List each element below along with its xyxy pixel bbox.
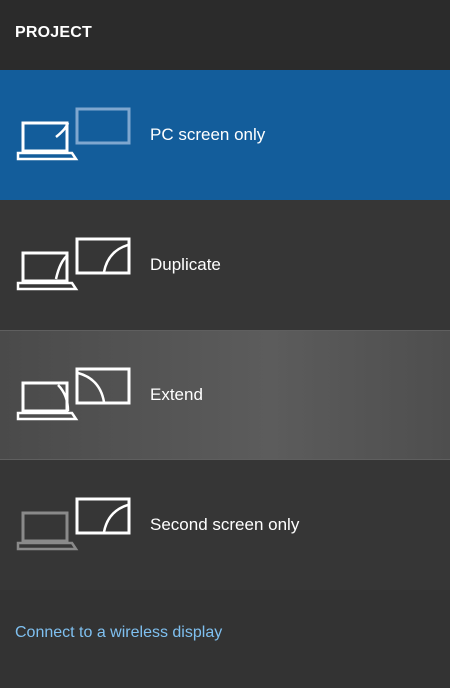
option-label: PC screen only (150, 125, 266, 144)
option-second-screen-only[interactable]: Second screen only (0, 460, 450, 590)
option-label: Extend (150, 385, 203, 404)
option-pc-screen-only[interactable]: PC screen only (0, 70, 450, 200)
option-extend[interactable]: Extend (0, 330, 450, 460)
second-screen-only-icon (16, 497, 136, 553)
connect-wireless-display-link[interactable]: Connect to a wireless display (15, 624, 222, 642)
panel-title: PROJECT (15, 24, 92, 41)
extend-icon (16, 367, 136, 423)
option-label: Duplicate (150, 255, 221, 274)
option-label: Second screen only (150, 515, 300, 534)
panel-header: PROJECT (0, 0, 450, 70)
duplicate-icon (16, 237, 136, 293)
project-panel: PROJECT PC screen only Duplicate Extend … (0, 0, 450, 688)
option-duplicate[interactable]: Duplicate (0, 200, 450, 330)
pc-screen-only-icon (16, 107, 136, 163)
